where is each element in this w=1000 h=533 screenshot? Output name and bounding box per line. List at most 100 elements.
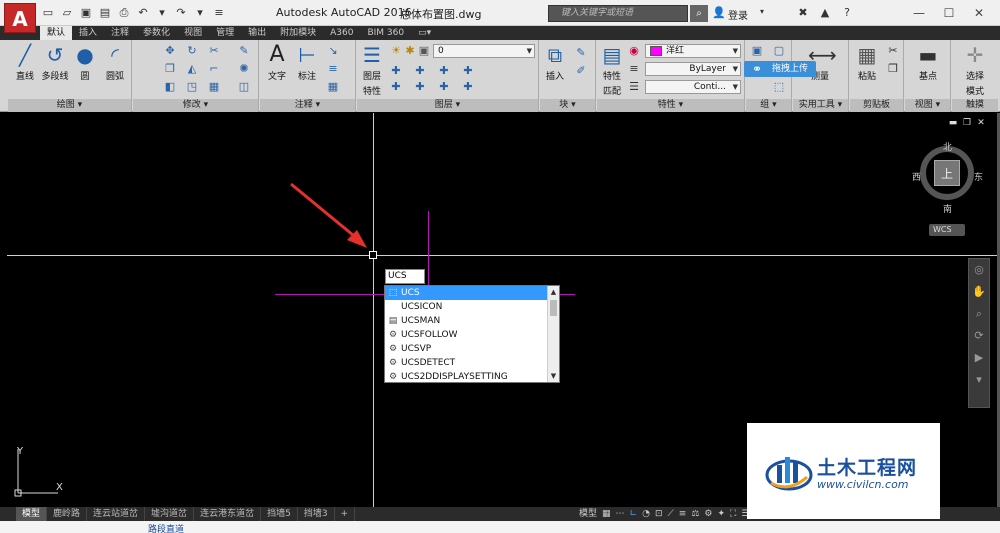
fullscreen-icon[interactable]: ⛶ xyxy=(730,507,736,521)
tab-layout-1[interactable]: 鹿岭路 xyxy=(47,507,88,521)
rotate-icon[interactable]: ↻ xyxy=(185,44,199,58)
array-icon[interactable]: ▦ xyxy=(207,80,221,94)
osnap-icon[interactable]: ⊡ xyxy=(655,507,663,521)
create-block-icon[interactable]: ✎ xyxy=(574,46,588,60)
tab-parametric[interactable]: 参数化 xyxy=(136,26,177,40)
nav-settings-icon[interactable]: ▾ xyxy=(969,369,989,391)
base-point-button[interactable]: ▬ 基点 xyxy=(913,43,943,82)
text-button[interactable]: A 文字 xyxy=(262,43,292,83)
tab-view[interactable]: 视图 xyxy=(177,26,209,40)
table-icon[interactable]: ▦ xyxy=(326,80,340,94)
close-icon[interactable]: ✕ xyxy=(964,2,994,24)
scroll-up-icon[interactable]: ▲ xyxy=(548,286,559,298)
select-mode-button[interactable]: ✛ 选择 模式 xyxy=(960,43,990,97)
viewport-minimize-icon[interactable]: ▬ xyxy=(948,118,958,128)
workspace-icon[interactable]: ⚙ xyxy=(704,507,712,521)
zoom-extents-icon[interactable]: ⌕ xyxy=(969,303,989,325)
group-select-icon[interactable]: ⬚ xyxy=(772,80,786,94)
search-icon[interactable]: ⌕ xyxy=(690,5,708,22)
tab-a360[interactable]: A360 xyxy=(323,26,360,40)
tab-addins[interactable]: 附加模块 xyxy=(273,26,323,40)
fillet-icon[interactable]: ⌐ xyxy=(207,62,221,76)
orbit-icon[interactable]: ⟳ xyxy=(969,325,989,347)
line-button[interactable]: ╱ 直线 xyxy=(10,43,40,82)
compass-south[interactable]: 南 xyxy=(943,202,952,215)
customize-qat-icon[interactable]: ≡ xyxy=(211,5,227,21)
suggestion-ucsman[interactable]: ▤ UCSMAN xyxy=(385,314,547,328)
new-file-icon[interactable]: ▭ xyxy=(40,5,56,21)
open-file-icon[interactable]: ▱ xyxy=(59,5,75,21)
viewcube[interactable]: 上 北 南 东 西 xyxy=(912,140,983,216)
mirror-icon[interactable]: ◭ xyxy=(185,62,199,76)
scroll-thumb[interactable] xyxy=(550,300,557,316)
copy-clip-icon[interactable]: ❐ xyxy=(886,62,900,76)
model-space-button[interactable]: 模型 xyxy=(579,507,597,521)
panel-block-title[interactable]: 块 ▾ xyxy=(540,99,595,112)
polyline-button[interactable]: ↺ 多段线 xyxy=(40,43,70,82)
tab-layout-6[interactable]: 挡墙3 xyxy=(298,507,335,521)
layer-tool-2-icon[interactable]: ✚ xyxy=(413,64,427,78)
layer-tool-1-icon[interactable]: ✚ xyxy=(389,64,403,78)
paste-button[interactable]: ▦ 粘贴 xyxy=(852,43,882,82)
mtext-icon[interactable]: ≡ xyxy=(326,62,340,76)
login-button[interactable]: 登录 xyxy=(728,7,748,22)
viewcube-top-face[interactable]: 上 xyxy=(934,160,960,186)
lineweight-toggle-icon[interactable]: ≡ xyxy=(679,507,687,521)
login-dropdown-icon[interactable]: ▾ xyxy=(760,7,764,16)
lock-icon[interactable]: ▣ xyxy=(417,44,431,58)
redo-dropdown-icon[interactable]: ▾ xyxy=(192,5,208,21)
layer-tool-3-icon[interactable]: ✚ xyxy=(437,64,451,78)
search-input[interactable]: 键入关键字或短语 xyxy=(548,5,688,22)
trim-icon[interactable]: ✂ xyxy=(207,44,221,58)
minimize-icon[interactable]: — xyxy=(904,2,934,24)
erase-icon[interactable]: ✎ xyxy=(237,44,251,58)
polar-icon[interactable]: ◔ xyxy=(642,507,650,521)
annotation-scale-icon[interactable]: ⚖ xyxy=(691,507,699,521)
panel-view-title[interactable]: 视图 ▾ xyxy=(905,99,950,112)
match-properties-button[interactable]: ▤ 特性 匹配 xyxy=(597,43,627,97)
tab-extra-icon[interactable]: ▭▾ xyxy=(411,26,438,40)
layer-dropdown[interactable]: 0 ▼ xyxy=(433,44,535,58)
save-icon[interactable]: ▣ xyxy=(78,5,94,21)
otrack-icon[interactable]: ⟋ xyxy=(667,507,673,521)
pan-icon[interactable]: ✋ xyxy=(969,281,989,303)
tab-model[interactable]: 模型 xyxy=(16,507,48,521)
panel-annotation-title[interactable]: 注释 ▾ xyxy=(260,99,355,112)
command-input[interactable]: UCS xyxy=(385,269,425,284)
layer-tool-5-icon[interactable]: ✚ xyxy=(389,80,403,94)
tab-layout-2[interactable]: 连云站道岔 xyxy=(87,507,146,521)
layer-tool-7-icon[interactable]: ✚ xyxy=(437,80,451,94)
panel-properties-title[interactable]: 特性 ▾ xyxy=(597,99,744,112)
tab-bim360[interactable]: BIM 360 xyxy=(360,26,411,40)
leader-icon[interactable]: ↘ xyxy=(326,44,340,58)
arc-button[interactable]: ◜ 圆弧 xyxy=(100,43,130,82)
redo-icon[interactable]: ↷ xyxy=(173,5,189,21)
panel-touch-title[interactable]: 触摸 xyxy=(952,99,998,112)
tab-output[interactable]: 输出 xyxy=(241,26,273,40)
tab-home[interactable]: 默认 xyxy=(40,26,73,40)
user-icon[interactable]: 👤 xyxy=(712,6,726,20)
layer-tool-6-icon[interactable]: ✚ xyxy=(413,80,427,94)
panel-groups-title[interactable]: 组 ▾ xyxy=(746,99,791,112)
cut-icon[interactable]: ✂ xyxy=(886,44,900,58)
edit-block-icon[interactable]: ✐ xyxy=(574,64,588,78)
add-layout-button[interactable]: + xyxy=(335,507,356,521)
isolate-objects-icon[interactable]: ✦ xyxy=(718,507,726,521)
linetype-dropdown[interactable]: Conti... ▼ xyxy=(645,80,741,94)
showmotion-icon[interactable]: ▶ xyxy=(969,347,989,369)
freeze-icon[interactable]: ✱ xyxy=(403,44,417,58)
dimension-button[interactable]: ⊢ 标注 xyxy=(292,43,322,82)
grid-icon[interactable]: ▦ xyxy=(602,507,611,521)
bulb-icon[interactable]: ☀ xyxy=(389,44,403,58)
offset-icon[interactable]: ◫ xyxy=(237,80,251,94)
tab-manage[interactable]: 管理 xyxy=(209,26,241,40)
tab-layout-3[interactable]: 墟沟道岔 xyxy=(145,507,195,521)
compass-west[interactable]: 西 xyxy=(912,170,921,183)
color-dropdown[interactable]: 洋红 ▼ xyxy=(645,44,741,58)
plot-icon[interactable]: ⎙ xyxy=(116,5,132,21)
suggestion-ucs2ddisplaysetting[interactable]: ⚙ UCS2DDISPLAYSETTING xyxy=(385,370,547,382)
app-logo[interactable]: A xyxy=(4,3,36,33)
layer-tool-4-icon[interactable]: ✚ xyxy=(461,64,475,78)
circle-button[interactable]: ● 圆 xyxy=(70,43,100,82)
group-icon[interactable]: ▣ xyxy=(750,44,764,58)
